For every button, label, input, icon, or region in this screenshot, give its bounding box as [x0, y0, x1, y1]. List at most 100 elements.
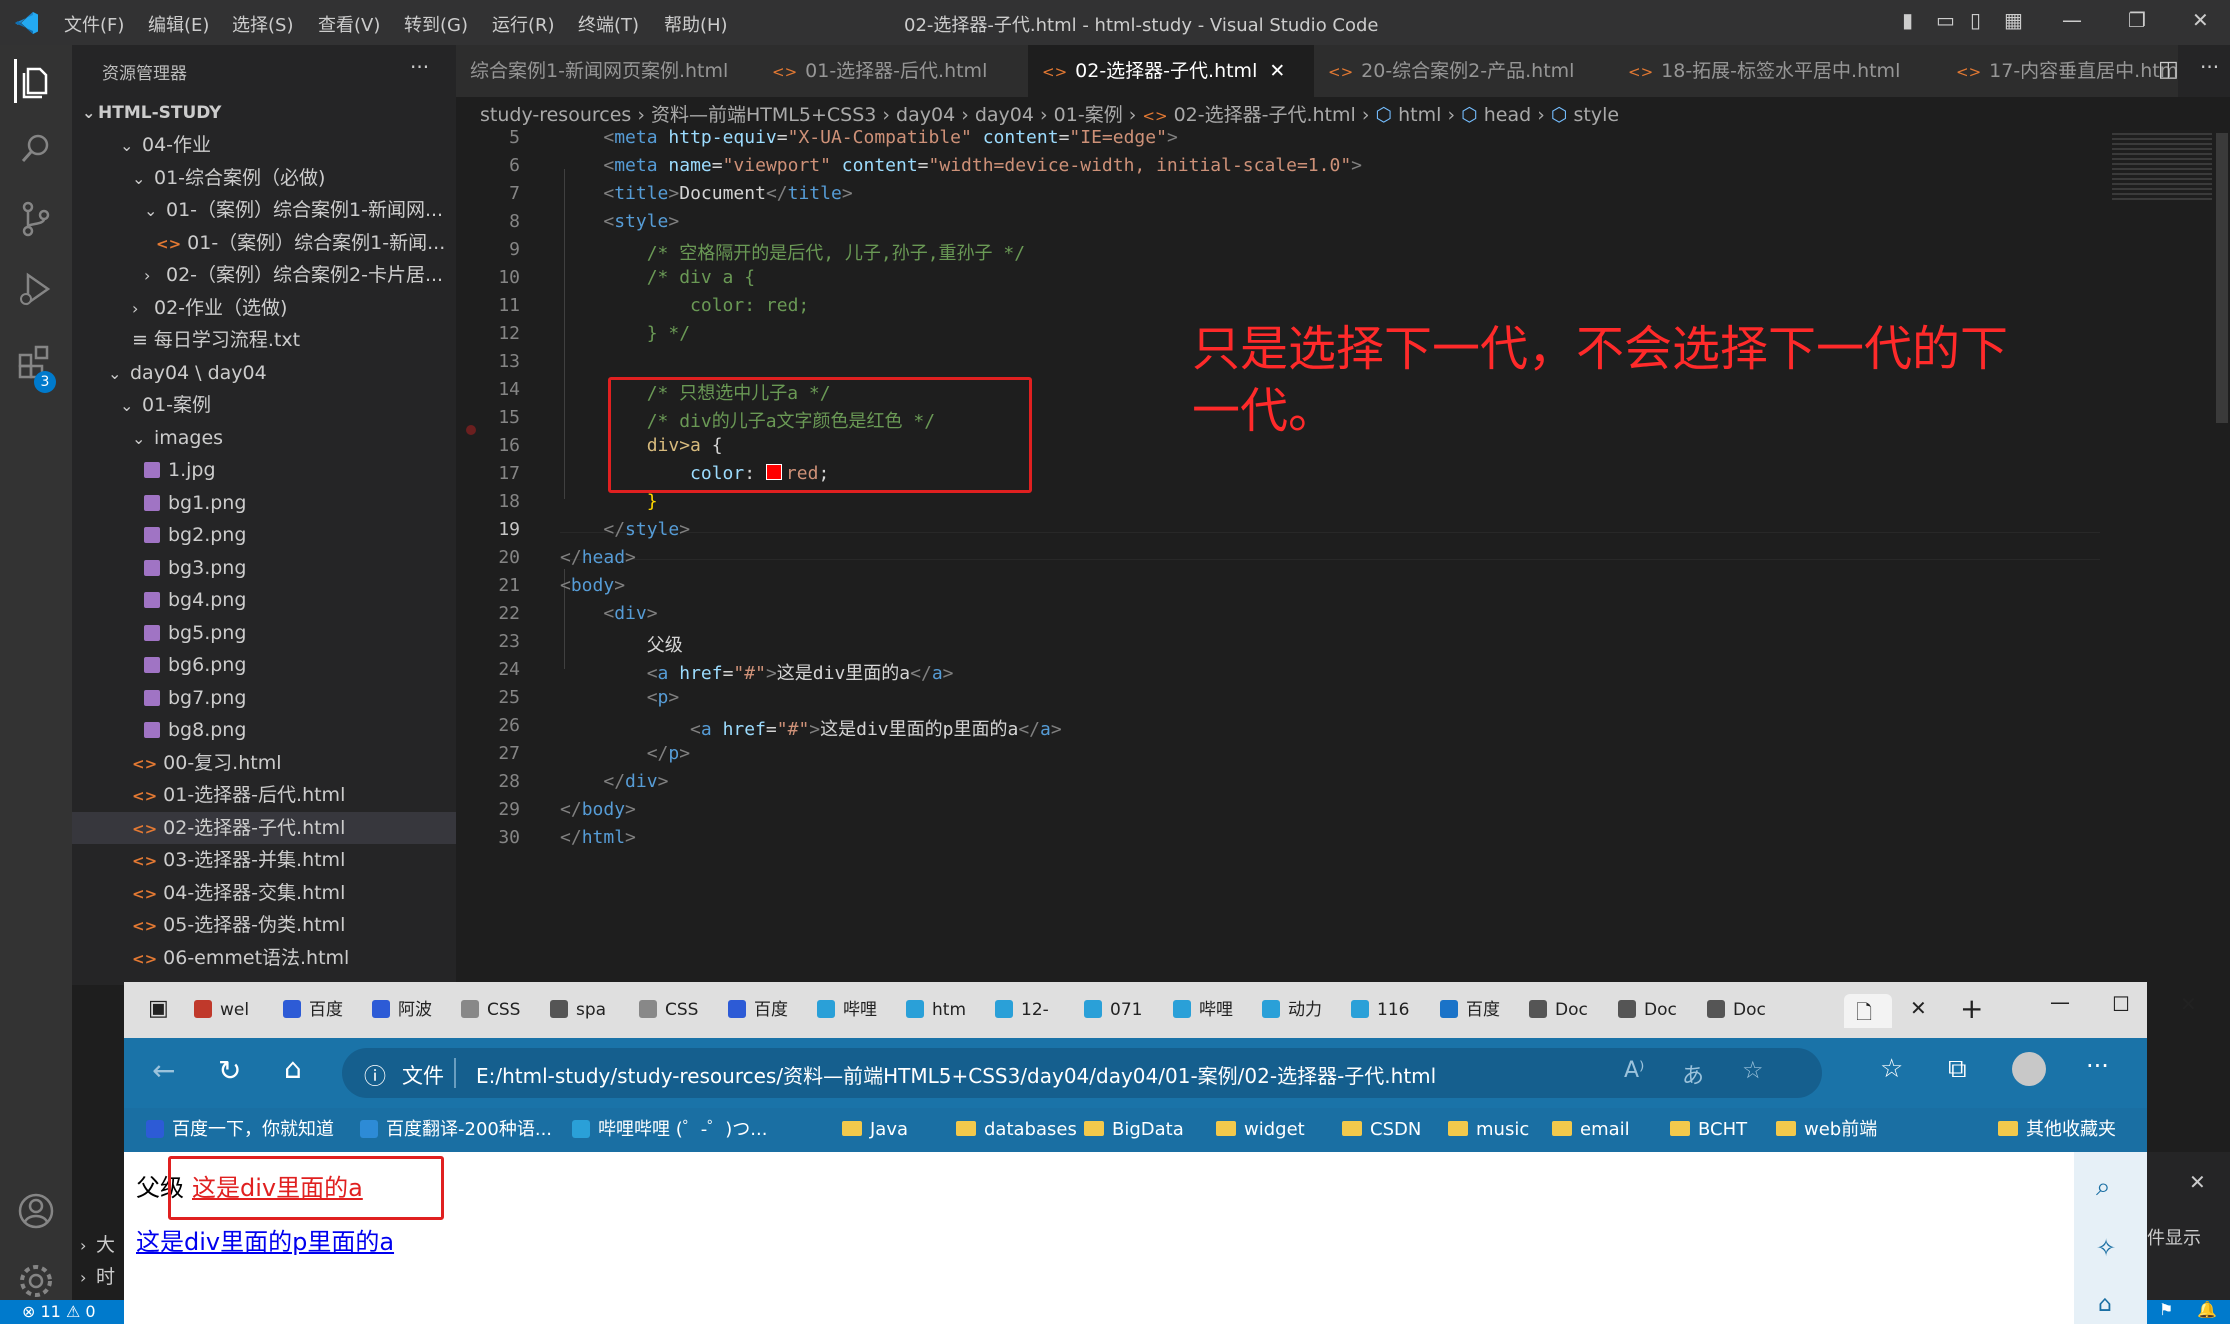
tree-item[interactable]: <> 00-复习.html: [72, 747, 456, 779]
tree-item[interactable]: <> 06-emmet语法.html: [72, 942, 456, 974]
other-favorites[interactable]: 其他收藏夹: [1998, 1114, 2116, 1146]
tree-item[interactable]: › 02-作业（选做): [72, 292, 456, 324]
tree-item[interactable]: bg3.png: [72, 552, 456, 584]
favorites-icon[interactable]: ☆: [1880, 1054, 1903, 1084]
grandchild-link[interactable]: 这是div里面的p里面的a: [136, 1222, 394, 1257]
breadcrumb-item[interactable]: 资料—前端HTML5+CSS3: [651, 104, 876, 126]
tree-item[interactable]: <> 01-选择器-后代.html: [72, 779, 456, 811]
restore-icon[interactable]: ❐: [2128, 8, 2146, 32]
breadcrumb-item[interactable]: study-resources: [480, 104, 631, 126]
close-browser-tab-icon[interactable]: ✕: [1910, 996, 1927, 1020]
editor-scrollbar[interactable]: [2216, 133, 2228, 423]
breadcrumb-item[interactable]: 02-选择器-子代.html: [1174, 104, 1356, 126]
tree-item[interactable]: bg5.png: [72, 617, 456, 649]
browser-tab[interactable]: Doc: [1529, 994, 1609, 1026]
browser-menu-icon[interactable]: ···: [2086, 1052, 2109, 1080]
tree-item[interactable]: ≡ 每日学习流程.txt: [72, 324, 456, 356]
tree-item[interactable]: ⌄ 04-作业: [72, 129, 456, 161]
workspace-root[interactable]: ⌄ HTML-STUDY: [72, 97, 456, 129]
toggle-secondary-sidebar-icon[interactable]: ▯: [1970, 8, 1981, 32]
sidebar-search-icon[interactable]: ⌕: [2096, 1172, 2111, 1203]
info-icon[interactable]: ⓘ: [364, 1059, 386, 1091]
address-bar[interactable]: ⓘ 文件 E:/html-study/study-resources/资料—前端…: [342, 1048, 1822, 1098]
browser-tab[interactable]: Doc: [1707, 994, 1787, 1026]
tab-horizontal-center[interactable]: <> 18-拓展-标签水平居中.html: [1614, 45, 1943, 97]
tree-item[interactable]: 1.jpg: [72, 454, 456, 486]
browser-tab[interactable]: 哔哩: [1173, 994, 1253, 1026]
home-icon[interactable]: ⌂: [284, 1052, 302, 1085]
menu-view[interactable]: 查看(V): [318, 11, 380, 37]
menu-run[interactable]: 运行(R): [492, 11, 555, 37]
breadcrumb-item[interactable]: html: [1398, 104, 1441, 126]
tree-item[interactable]: <> 03-选择器-并集.html: [72, 844, 456, 876]
favorite-item[interactable]: 百度翻译-200种语...: [360, 1114, 552, 1146]
tab-news-case[interactable]: 综合案例1-新闻网页案例.html: [456, 45, 800, 97]
browser-tab[interactable]: 071: [1084, 994, 1164, 1026]
browser-tab[interactable]: 12-: [995, 994, 1075, 1026]
menu-selection[interactable]: 选择(S): [232, 11, 293, 37]
favorite-item[interactable]: web前端: [1776, 1114, 1877, 1146]
new-tab-icon[interactable]: +: [1960, 992, 1983, 1025]
breadcrumb-item[interactable]: head: [1484, 104, 1531, 126]
favorite-item[interactable]: 哔哩哔哩 (゜-゜)つ...: [572, 1114, 767, 1146]
toggle-panel-icon[interactable]: ▭: [1936, 8, 1955, 32]
add-favorite-icon[interactable]: ☆: [1742, 1056, 1764, 1084]
tree-item[interactable]: bg2.png: [72, 519, 456, 551]
read-aloud-icon[interactable]: A⁾: [1624, 1058, 1644, 1083]
tab-child-selector[interactable]: <> 02-选择器-子代.html ✕: [1028, 45, 1315, 97]
feedback-icon[interactable]: ⚑: [2159, 1300, 2173, 1319]
tree-item[interactable]: bg4.png: [72, 584, 456, 616]
tree-item[interactable]: ⌄ day04 \ day04: [72, 357, 456, 389]
code-editor[interactable]: 5 6 7 8 9 10 11 12 13 14 15 16 17 18 19 20 21 22 23 24 25 26 2…: [456, 127, 2230, 993]
favorite-item[interactable]: CSDN: [1342, 1114, 1421, 1146]
tree-item[interactable]: <> 04-选择器-交集.html: [72, 877, 456, 909]
breadcrumb-item[interactable]: 01-案例: [1054, 104, 1123, 126]
customize-layout-icon[interactable]: ▦: [2004, 8, 2023, 32]
favorite-item[interactable]: BigData: [1084, 1114, 1184, 1146]
tree-item[interactable]: ⌄ 01-（案例）综合案例1-新闻网...: [72, 194, 456, 226]
favorite-item[interactable]: BCHT: [1670, 1114, 1747, 1146]
toggle-sidebar-icon[interactable]: ▮: [1902, 8, 1913, 32]
menu-terminal[interactable]: 终端(T): [578, 11, 639, 37]
editor-more-icon[interactable]: ···: [2200, 55, 2219, 79]
browser-close-icon[interactable]: ✕: [2180, 992, 2197, 1016]
browser-tab[interactable]: 116: [1351, 994, 1431, 1026]
search-icon[interactable]: [14, 127, 58, 171]
breadcrumb-item[interactable]: day04: [975, 104, 1034, 126]
browser-minimize-icon[interactable]: —: [2050, 990, 2070, 1014]
source-control-icon[interactable]: [14, 197, 58, 241]
browser-tab[interactable]: 百度: [728, 994, 808, 1026]
close-tab-icon[interactable]: ✕: [1269, 60, 1285, 82]
notifications-bell-icon[interactable]: 🔔: [2197, 1300, 2217, 1319]
status-bar[interactable]: ⊗ 11 ⚠ 0: [0, 1300, 124, 1324]
tree-item[interactable]: <> 01-（案例）综合案例1-新闻...: [72, 227, 456, 259]
tree-item[interactable]: ⌄ images: [72, 422, 456, 454]
tree-item[interactable]: bg7.png: [72, 682, 456, 714]
copilot-icon[interactable]: ✧: [2096, 1234, 2116, 1262]
browser-tab[interactable]: 动力: [1262, 994, 1342, 1026]
tree-item[interactable]: bg6.png: [72, 649, 456, 681]
tree-item[interactable]: › 02-（案例）综合案例2-卡片居...: [72, 259, 456, 291]
tab-vertical-center[interactable]: <> 17-内容垂直居中.htm: [1942, 45, 2179, 97]
browser-tab[interactable]: CSS: [639, 994, 719, 1026]
browser-tab[interactable]: spa: [550, 994, 630, 1026]
favorite-item[interactable]: 百度一下，你就知道: [146, 1114, 334, 1146]
breadcrumb-item[interactable]: style: [1574, 104, 1620, 126]
close-notification-icon[interactable]: ✕: [2189, 1170, 2206, 1194]
explorer-icon[interactable]: [14, 59, 58, 103]
tab-product-case[interactable]: <> 20-综合案例2-产品.html: [1314, 45, 1619, 97]
translate-icon[interactable]: あ: [1682, 1058, 1704, 1090]
tree-item[interactable]: <> 02-选择器-子代.html: [72, 811, 456, 844]
menu-help[interactable]: 帮助(H): [664, 11, 728, 37]
browser-tab[interactable]: 阿波: [372, 994, 452, 1026]
more-actions-icon[interactable]: ···: [410, 55, 429, 79]
favorite-item[interactable]: music: [1448, 1114, 1529, 1146]
breadcrumb-item[interactable]: day04: [896, 104, 955, 126]
outline-section[interactable]: › 大: [80, 1229, 115, 1261]
browser-tab[interactable]: 百度: [1440, 994, 1520, 1026]
tree-item[interactable]: <> 05-选择器-伪类.html: [72, 909, 456, 941]
tag-icon[interactable]: ⌂: [2098, 1292, 2112, 1317]
tree-item[interactable]: bg8.png: [72, 714, 456, 746]
browser-tab[interactable]: htm: [906, 994, 986, 1026]
browser-tab[interactable]: 哔哩: [817, 994, 897, 1026]
